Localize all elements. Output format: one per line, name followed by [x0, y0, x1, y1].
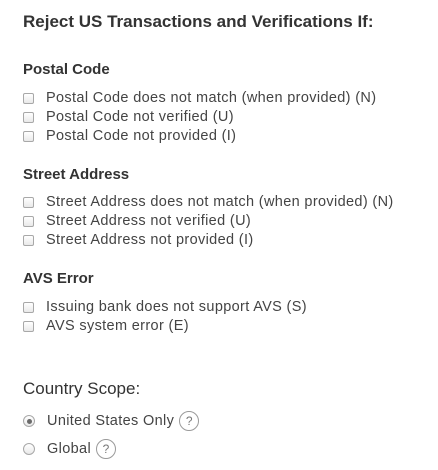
section-title-postal-code: Postal Code: [23, 61, 110, 78]
checkbox-row-postal-not-provided[interactable]: Postal Code not provided (I): [23, 127, 236, 145]
help-icon[interactable]: ?: [179, 411, 200, 431]
checkbox-row-street-not-verified[interactable]: Street Address not verified (U): [23, 212, 251, 230]
radio-row-united-states-only[interactable]: United States Only ?: [23, 410, 200, 432]
checkbox-row-postal-no-match[interactable]: Postal Code does not match (when provide…: [23, 89, 376, 107]
radio-global[interactable]: [23, 443, 35, 455]
checkbox-street-no-match[interactable]: [23, 196, 34, 208]
checkbox-postal-not-provided[interactable]: [23, 130, 34, 142]
checkbox-label: Street Address does not match (when prov…: [46, 194, 394, 210]
checkbox-label: Postal Code does not match (when provide…: [46, 90, 377, 106]
checkbox-label: Street Address not provided (I): [46, 232, 254, 248]
checkbox-label: Street Address not verified (U): [46, 213, 252, 229]
radio-label: Global: [47, 441, 92, 457]
checkbox-label: AVS system error (E): [46, 318, 189, 334]
country-scope-title: Country Scope:: [23, 379, 141, 398]
section-title-avs-error: AVS Error: [23, 270, 94, 287]
section-title-street-address: Street Address: [23, 166, 130, 183]
checkbox-label: Postal Code not provided (I): [46, 128, 237, 144]
page-title: Reject US Transactions and Verifications…: [23, 12, 374, 31]
checkbox-postal-not-verified[interactable]: [23, 111, 34, 123]
checkbox-row-avs-not-supported[interactable]: Issuing bank does not support AVS (S): [23, 298, 307, 316]
checkbox-row-avs-system-error[interactable]: AVS system error (E): [23, 317, 189, 335]
radio-united-states-only[interactable]: [23, 415, 35, 427]
radio-row-global[interactable]: Global ?: [23, 438, 117, 460]
checkbox-label: Issuing bank does not support AVS (S): [46, 299, 307, 315]
checkbox-row-street-no-match[interactable]: Street Address does not match (when prov…: [23, 193, 394, 211]
checkbox-avs-not-supported[interactable]: [23, 301, 34, 313]
help-icon[interactable]: ?: [96, 439, 117, 459]
checkbox-row-postal-not-verified[interactable]: Postal Code not verified (U): [23, 108, 234, 126]
checkbox-postal-no-match[interactable]: [23, 92, 34, 104]
checkbox-street-not-provided[interactable]: [23, 234, 34, 246]
radio-label: United States Only: [47, 413, 175, 429]
checkbox-label: Postal Code not verified (U): [46, 109, 234, 125]
checkbox-avs-system-error[interactable]: [23, 320, 34, 332]
checkbox-street-not-verified[interactable]: [23, 215, 34, 227]
checkbox-row-street-not-provided[interactable]: Street Address not provided (I): [23, 231, 254, 249]
